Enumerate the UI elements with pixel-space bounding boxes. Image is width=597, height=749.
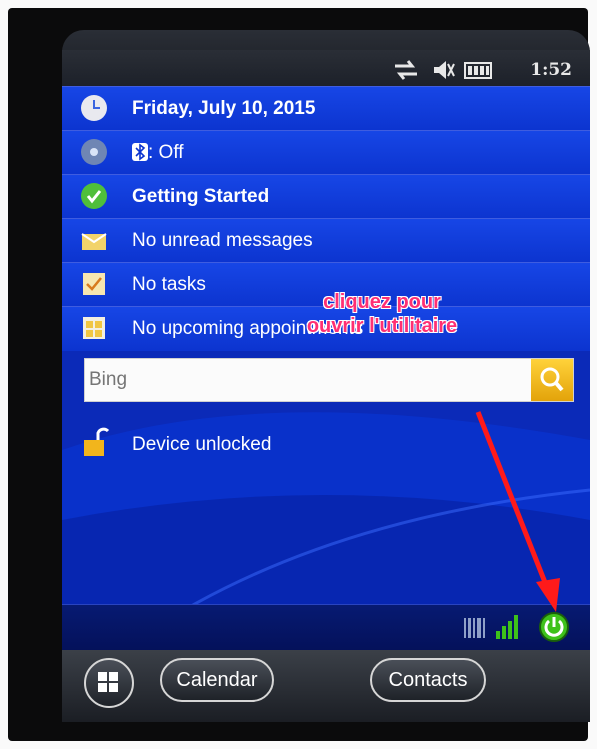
- getting-started-label: Getting Started: [132, 186, 270, 207]
- battery-icon: [464, 58, 494, 87]
- callout-annotation: cliquez pour ouvrir l'utilitaire: [232, 290, 532, 338]
- today-item-messages[interactable]: No unread messages: [62, 218, 590, 263]
- today-item-bluetooth[interactable]: : Off: [62, 130, 590, 175]
- contacts-softkey-button[interactable]: Contacts: [370, 658, 486, 702]
- device-screen: 1:52 Friday, July 10, 2015 : Off Getting…: [62, 50, 590, 650]
- annotation-line-2: ouvrir l'utilitaire: [306, 315, 458, 337]
- search-icon[interactable]: [531, 359, 573, 401]
- search-input[interactable]: [85, 359, 531, 401]
- device-unlocked-label: Device unlocked: [132, 434, 272, 455]
- annotation-line-1: cliquez pour: [323, 291, 441, 313]
- unlocked-padlock-icon: [80, 426, 110, 465]
- bluetooth-state-label: : Off: [148, 142, 184, 163]
- windows-start-icon[interactable]: [84, 658, 134, 708]
- today-item-date[interactable]: Friday, July 10, 2015: [62, 86, 590, 131]
- bluetooth-status: : Off: [132, 142, 184, 164]
- soft-key-bar: Calendar Contacts: [62, 650, 590, 722]
- signal-strength-icon[interactable]: [494, 613, 522, 646]
- barcode-icon[interactable]: [462, 615, 488, 646]
- messages-label: No unread messages: [132, 230, 313, 251]
- calendar-softkey-button[interactable]: Calendar: [160, 658, 274, 702]
- speaker-muted-icon: [430, 58, 456, 87]
- tasks-label: No tasks: [132, 274, 206, 295]
- bing-search-box[interactable]: [84, 358, 574, 402]
- status-clock: 1:52: [530, 60, 572, 80]
- sync-arrows-icon: [392, 58, 420, 87]
- getting-started-icon: [80, 182, 108, 210]
- clock-icon: [80, 94, 108, 122]
- tasks-icon: [80, 270, 108, 298]
- bluetooth-icon: [132, 143, 148, 161]
- status-bar: 1:52: [62, 50, 590, 90]
- messaging-icon: [80, 226, 108, 254]
- date-label: Friday, July 10, 2015: [132, 98, 316, 119]
- today-item-getting-started[interactable]: Getting Started: [62, 174, 590, 219]
- wireless-icon: [80, 138, 108, 166]
- calendar-icon: [80, 314, 108, 342]
- power-utility-icon[interactable]: [538, 611, 570, 648]
- bottom-taskbar: [62, 604, 590, 650]
- device-lock-row[interactable]: Device unlocked: [62, 422, 590, 468]
